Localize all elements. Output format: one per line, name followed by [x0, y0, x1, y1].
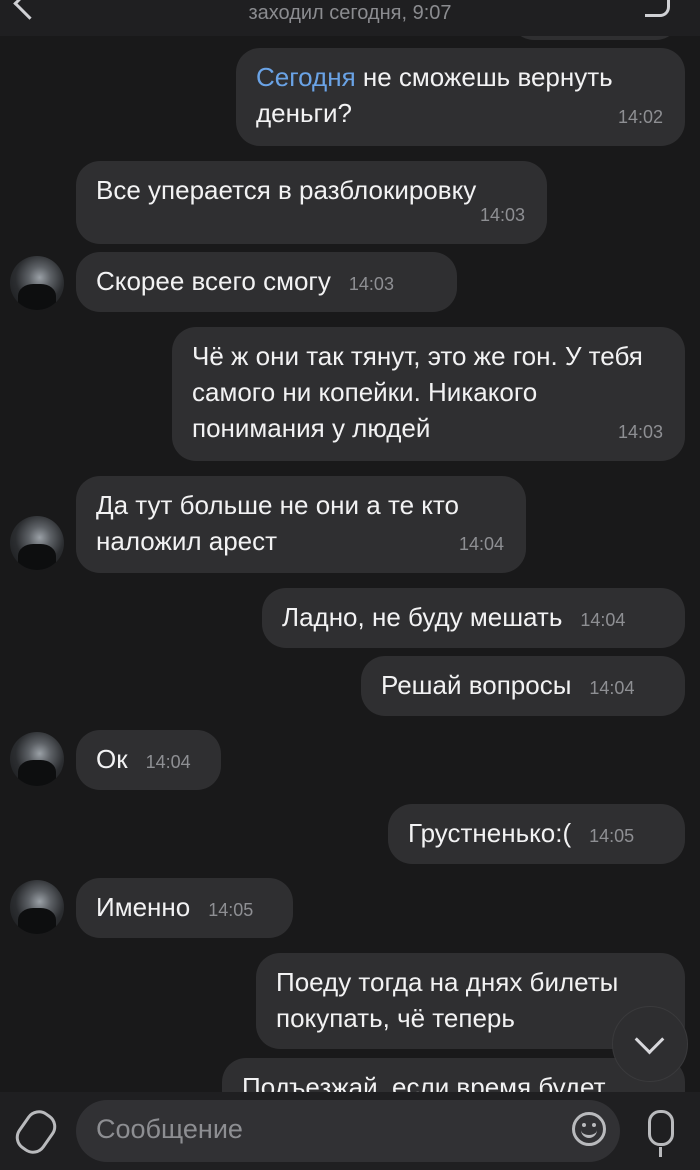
message-text: Да тут больше не они а те кто наложил ар…	[96, 490, 459, 556]
message-out-7[interactable]: Решай вопросы 14:04	[361, 656, 685, 716]
message-out-6[interactable]: Ладно, не буду мешать 14:04	[262, 588, 685, 648]
message-in-3[interactable]: Скорее всего смогу 14:03	[76, 252, 457, 312]
message-input-placeholder: Сообщение	[96, 1114, 243, 1144]
message-composer: Сообщение	[0, 1092, 700, 1170]
message-time: 14:04	[580, 610, 626, 630]
message-time: 14:04	[458, 534, 504, 554]
message-time: 14:05	[208, 900, 254, 920]
message-out-9[interactable]: Грустненько:( 14:05	[388, 804, 685, 864]
message-in-8[interactable]: Ок 14:04	[76, 730, 221, 790]
message-in-10[interactable]: Именно 14:05	[76, 878, 293, 938]
message-out-12[interactable]: Подъезжай, если время будет	[222, 1058, 685, 1092]
last-seen-status: заходил сегодня, 9:07	[248, 2, 452, 24]
scroll-down-button[interactable]	[612, 1006, 688, 1082]
message-text: Чё ж они так тянут, это же гон. У тебя с…	[192, 341, 643, 443]
message-link[interactable]: Сегодня	[256, 62, 356, 92]
message-text: Поеду тогда на днях билеты покупать, чё …	[276, 967, 619, 1033]
message-time: 14:02	[617, 107, 663, 127]
message-time: 14:05	[589, 826, 635, 846]
message-in-2[interactable]: Все уперается в разблокировку 14:03	[76, 161, 547, 244]
message-text: Ок	[96, 744, 128, 774]
message-text: Грустненько:(	[408, 818, 572, 848]
contact-avatar[interactable]	[10, 880, 64, 934]
phone-icon[interactable]	[645, 0, 670, 17]
microphone-icon[interactable]	[648, 1110, 674, 1157]
message-list[interactable]: Сегодня не сможешь вернуть деньги? 14:02…	[0, 0, 700, 1092]
message-in-5[interactable]: Да тут больше не они а те кто наложил ар…	[76, 476, 526, 573]
chat-header: заходил сегодня, 9:07	[0, 0, 700, 36]
paperclip-icon[interactable]	[10, 1104, 62, 1160]
contact-avatar[interactable]	[10, 516, 64, 570]
message-input[interactable]: Сообщение	[76, 1100, 620, 1162]
message-out-1[interactable]: Сегодня не сможешь вернуть деньги? 14:02	[236, 48, 685, 146]
message-text: Именно	[96, 892, 191, 922]
contact-avatar[interactable]	[10, 732, 64, 786]
contact-avatar[interactable]	[10, 256, 64, 310]
message-text: Подъезжай, если время будет	[242, 1072, 606, 1092]
message-time: 14:03	[348, 274, 394, 294]
message-text: Скорее всего смогу	[96, 266, 331, 296]
message-time: 14:03	[479, 205, 525, 225]
message-text: Все уперается в разблокировку	[96, 175, 477, 205]
message-time: 14:04	[145, 752, 191, 772]
message-text: Решай вопросы	[381, 670, 572, 700]
message-time: 14:03	[617, 422, 663, 442]
message-text: Ладно, не буду мешать	[282, 602, 563, 632]
message-out-4[interactable]: Чё ж они так тянут, это же гон. У тебя с…	[172, 327, 685, 461]
emoji-icon[interactable]	[572, 1112, 606, 1146]
message-time: 14:04	[589, 678, 635, 698]
